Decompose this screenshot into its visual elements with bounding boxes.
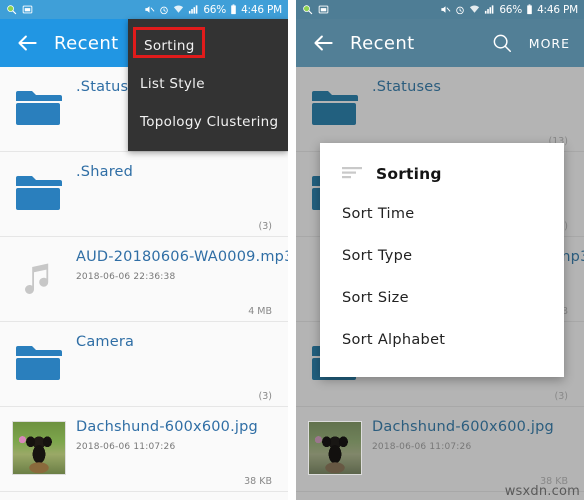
photo-dog-thumbnail [12, 421, 66, 475]
list-item[interactable]: .Shared (3) [0, 152, 288, 236]
list-item[interactable]: Camera (3) [0, 322, 288, 406]
panel-divider [288, 0, 296, 500]
file-name: .Shared [76, 164, 134, 180]
list-item-meta: .Shared (3) [76, 162, 276, 232]
folder-icon [12, 336, 66, 390]
music-icon [12, 251, 66, 305]
file-name: Camera [76, 334, 135, 350]
signal-icon [188, 4, 199, 15]
list-item-meta: AUD-20180606-WA0009.mp3 2018-06-06 22:36… [76, 247, 288, 317]
sorting-dialog-title: Sorting [376, 165, 442, 183]
battery-icon [230, 4, 237, 15]
wifi-icon [173, 4, 184, 15]
right-phone-panel: 66% 4:46 PM Recent MORE .Statuses (13) (… [296, 0, 584, 500]
sort-option-type[interactable]: Sort Type [320, 235, 564, 277]
screenshot-root: 66% 4:46 PM Recent .Statuses .Shared (3)… [0, 0, 584, 500]
file-name: Dachshund-600x600.jpg [76, 419, 258, 435]
clock-label: 4:46 PM [241, 3, 282, 16]
sort-lines-icon [342, 166, 364, 182]
battery-percent-label: 66% [203, 3, 227, 16]
file-size-or-count: (3) [258, 221, 272, 232]
file-date: 2018-06-06 22:36:38 [76, 272, 176, 282]
left-phone-panel: 66% 4:46 PM Recent .Statuses .Shared (3)… [0, 0, 288, 500]
screenshot-icon [22, 4, 33, 15]
menu-item-list-style[interactable]: List Style [128, 65, 288, 103]
mute-icon [144, 4, 155, 15]
list-item[interactable]: AUD-20180606-WA0009.mp3 2018-06-06 22:36… [0, 237, 288, 321]
file-size-or-count: 38 KB [244, 476, 272, 487]
sort-option-size[interactable]: Sort Size [320, 277, 564, 319]
status-bar-left: 66% 4:46 PM [0, 0, 288, 19]
site-watermark: wsxdn.com [504, 484, 580, 499]
folder-icon [12, 81, 66, 135]
search-indicator-icon [6, 4, 17, 15]
status-bar-left-icons [6, 4, 33, 15]
sort-option-time[interactable]: Sort Time [320, 193, 564, 235]
overflow-menu[interactable]: Sorting List Style Topology Clustering [128, 19, 288, 151]
menu-item-sorting[interactable]: Sorting [132, 27, 280, 65]
list-item-meta: Camera (3) [76, 332, 276, 402]
menu-item-topology-clustering[interactable]: Topology Clustering [128, 103, 288, 141]
file-name: AUD-20180606-WA0009.mp3 [76, 249, 288, 265]
list-item[interactable]: Dachshund-600x600.jpg 2018-06-06 11:07:2… [0, 407, 288, 491]
folder-icon [12, 166, 66, 220]
file-date: 2018-06-06 11:07:26 [76, 442, 176, 452]
sort-option-alphabet[interactable]: Sort Alphabet [320, 319, 564, 361]
file-size-or-count: 4 MB [248, 306, 272, 317]
sorting-dialog[interactable]: Sorting Sort Time Sort Type Sort Size So… [320, 143, 564, 377]
sorting-dialog-header: Sorting [320, 159, 564, 193]
page-title: Recent [54, 32, 119, 54]
list-item-meta: Dachshund-600x600.jpg 2018-06-06 11:07:2… [76, 417, 276, 487]
list-item[interactable]: IMG-20180606-WA0017.jpg 2018-06-06 23:46… [0, 492, 288, 500]
file-size-or-count: (3) [258, 391, 272, 402]
status-bar-right-icons: 66% 4:46 PM [144, 4, 282, 16]
arrow-left-icon[interactable] [14, 30, 40, 56]
alarm-icon [159, 5, 169, 15]
